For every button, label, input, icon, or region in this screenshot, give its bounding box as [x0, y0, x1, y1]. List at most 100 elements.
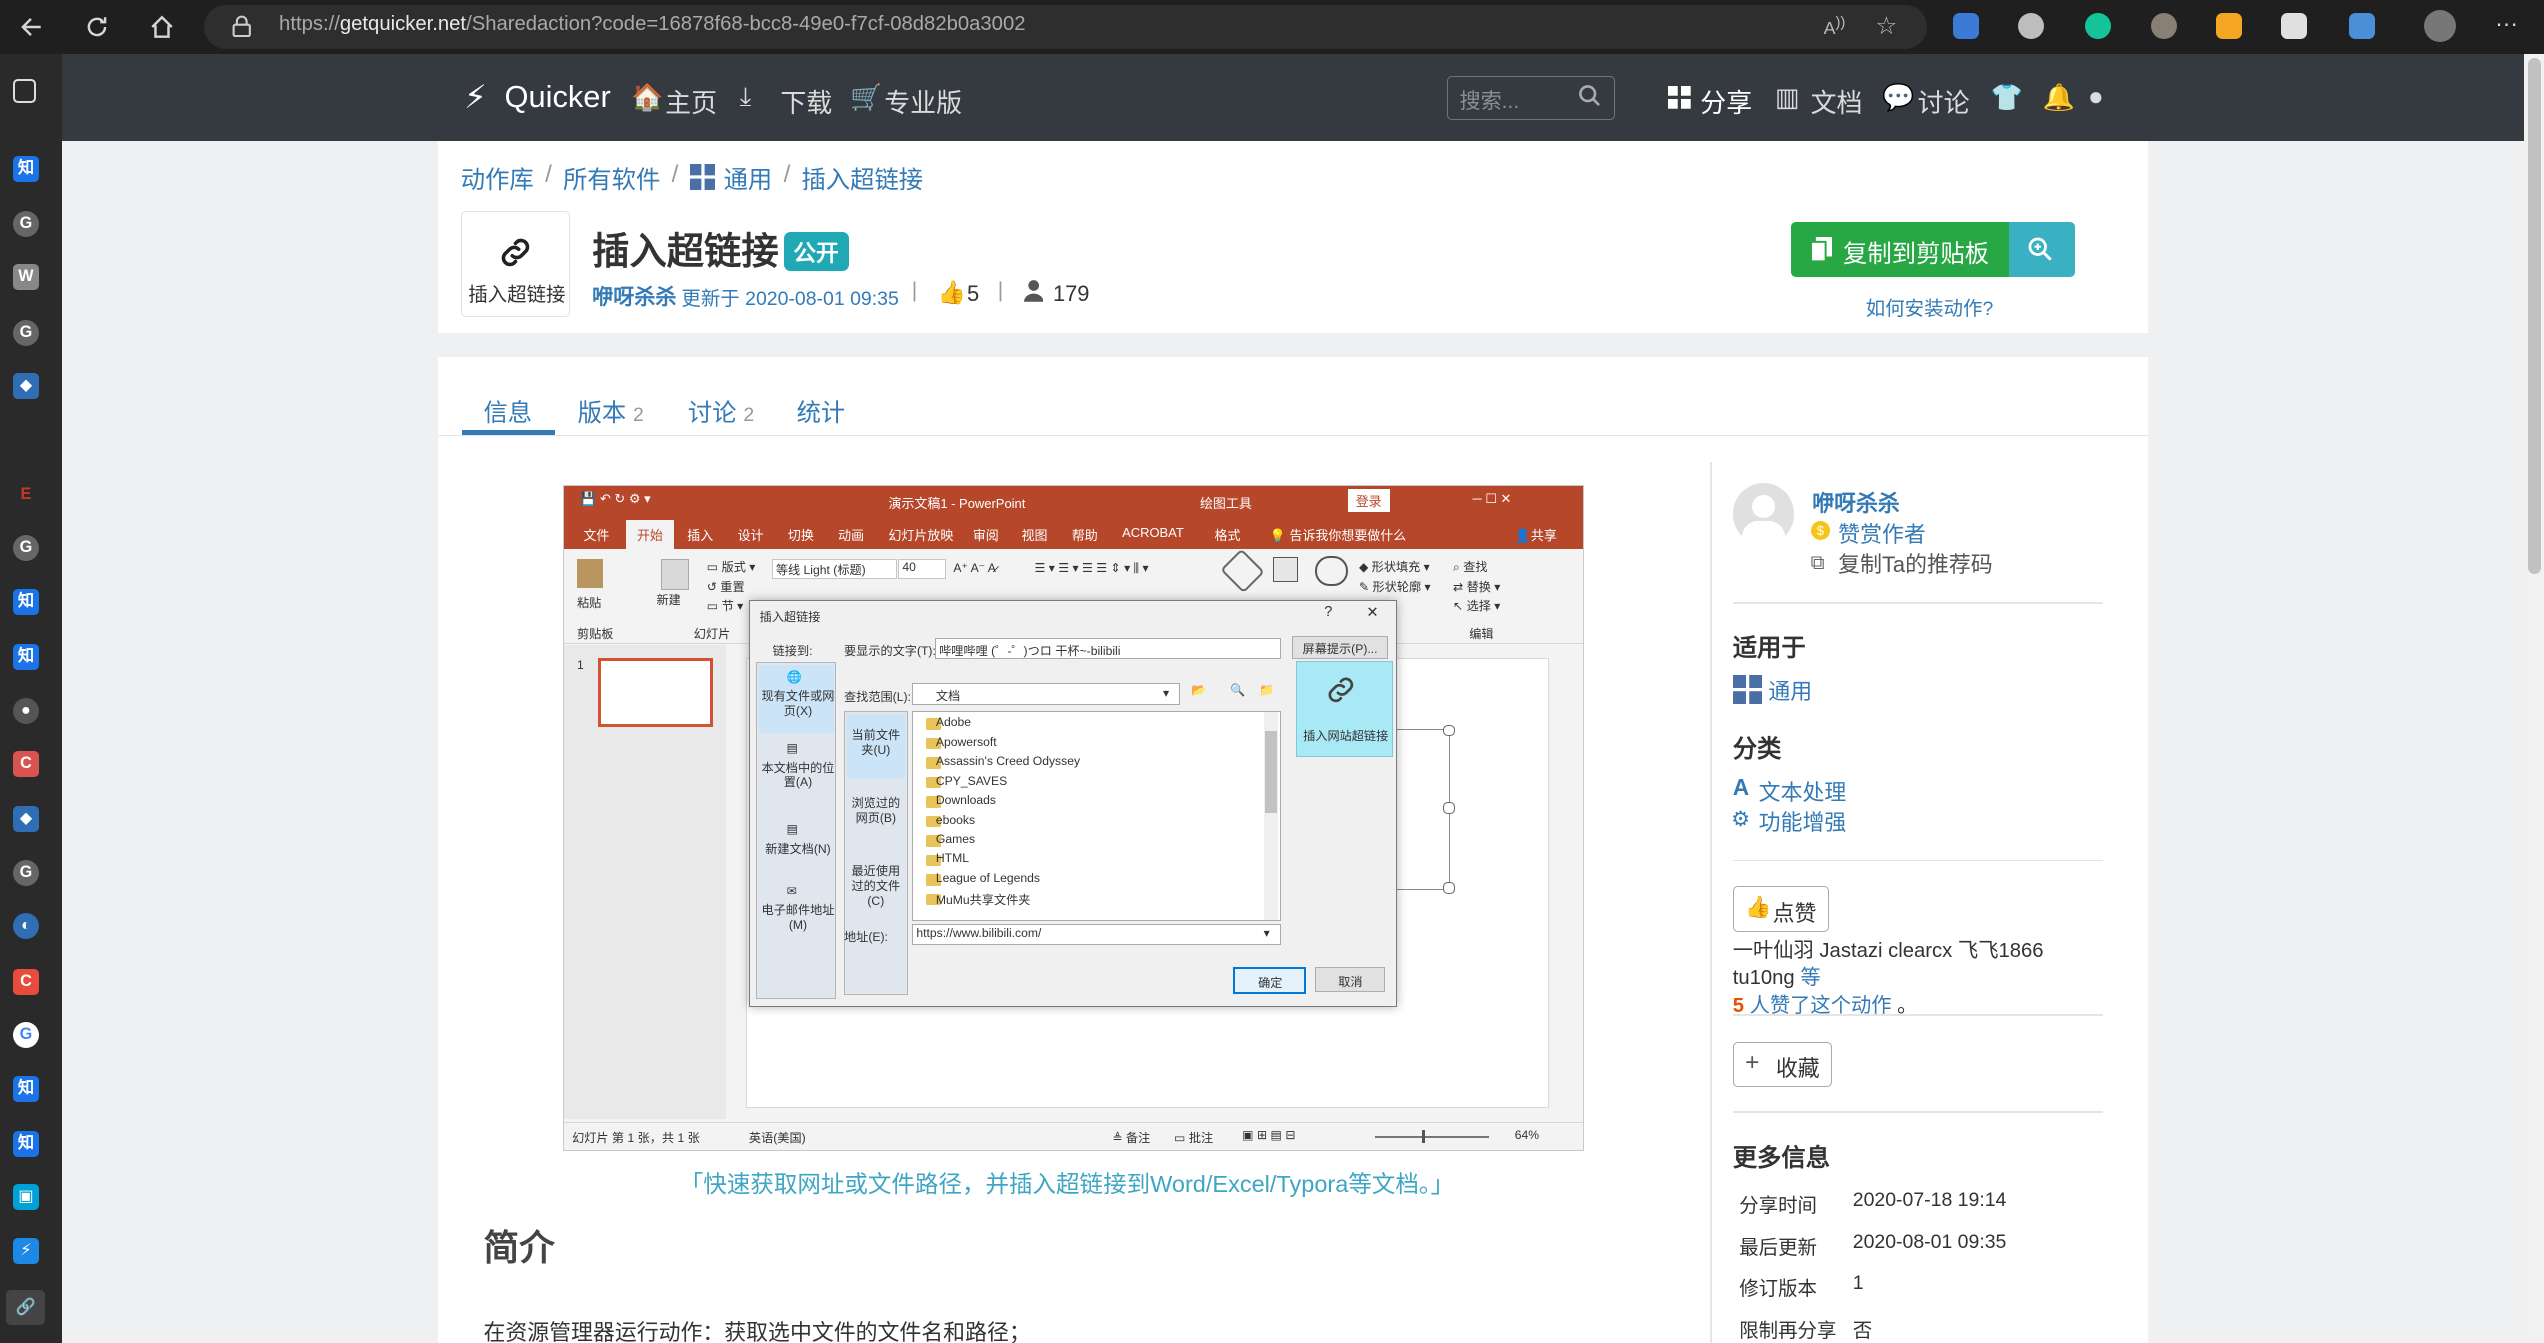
tab-discussion[interactable]: 讨论 2	[688, 394, 754, 429]
category-enhancement[interactable]: 功能增强	[1759, 806, 1847, 837]
link-icon[interactable]: 🔗	[6, 1289, 46, 1326]
ppt-font-tools: A⁺ A⁻ A̷	[953, 560, 996, 575]
copy-icon: ⧉	[1810, 551, 1825, 574]
tab-info[interactable]: 信息	[483, 394, 532, 429]
tab-versions-count: 2	[633, 404, 644, 427]
bilibili-icon[interactable]: ▣	[12, 1184, 39, 1211]
grammarly-icon[interactable]	[2084, 12, 2111, 39]
site-icon[interactable]: ◆	[12, 373, 39, 400]
brand-name[interactable]: Quicker	[505, 79, 611, 115]
ppt-notes-label: 备注	[1125, 1130, 1151, 1145]
page-scrollbar[interactable]	[2524, 53, 2544, 1343]
folder-item: Assassin's Creed Odyssey	[935, 754, 1081, 769]
nav-docs[interactable]: 文档	[1811, 83, 1863, 120]
site-icon[interactable]: C	[12, 751, 39, 778]
zhihu-icon[interactable]: 知	[12, 644, 39, 671]
site-icon[interactable]: C	[12, 968, 39, 995]
copy-referral-code[interactable]: 复制Ta的推荐码	[1838, 548, 1992, 579]
address-bar[interactable]: https://getquicker.net/Sharedaction?code…	[204, 4, 1928, 49]
quicker-icon[interactable]: ⚡	[12, 1237, 39, 1264]
demo-screenshot: 💾 ↶ ↻ ⚙ ▾ 演示文稿1 - PowerPoint 绘图工具 登录 ─ ☐…	[562, 485, 1584, 1151]
preview-button[interactable]	[2008, 222, 2076, 278]
wikipedia-icon[interactable]: W	[12, 264, 39, 291]
ppt-paragraph-tools: ☰ ▾ ☰ ▾ ☰ ☰ ⇕ ▾ ⫼ ▾	[1034, 560, 1149, 575]
info-value: 2020-08-01 09:35	[1852, 1231, 2007, 1254]
ppt-tab: 审阅	[972, 528, 999, 544]
folder-list-scroll-thumb	[1265, 731, 1277, 813]
dialog-nav-item: 现有文件或网页(X)	[761, 689, 835, 718]
home-icon[interactable]	[131, 0, 193, 54]
more-info-heading: 更多信息	[1732, 1144, 1831, 1172]
breadcrumb-library[interactable]: 动作库	[461, 161, 534, 196]
mail-icon: ✉	[786, 883, 797, 898]
breadcrumb-current[interactable]: 插入超链接	[801, 161, 923, 196]
likers-more[interactable]: 等	[1800, 967, 1820, 989]
zhihu-icon[interactable]: 知	[12, 588, 39, 615]
ppt-tab: 切换	[787, 528, 814, 544]
tab-versions-label: 版本	[577, 400, 627, 428]
favorite-button[interactable]: + 收藏	[1732, 1041, 1833, 1088]
search-icon[interactable]	[1578, 84, 1601, 114]
dialog-address-label: 地址(E):	[844, 929, 888, 944]
category-text-processing[interactable]: 文本处理	[1759, 776, 1847, 807]
sidebar-author-name[interactable]: 咿呀杀杀	[1812, 487, 1900, 518]
breadcrumb-general[interactable]: 通用	[724, 161, 773, 196]
nav-home[interactable]: 主页	[665, 83, 717, 120]
extensions-icon[interactable]	[2349, 12, 2376, 39]
zhihu-icon[interactable]: 知	[12, 155, 39, 182]
grid-icon	[689, 163, 716, 197]
nav-share[interactable]: 分享	[1700, 83, 1752, 120]
author-avatar[interactable]	[1732, 483, 1795, 546]
sidebar-toggle-icon[interactable]	[12, 79, 37, 103]
site-icon[interactable]: ◆	[12, 806, 39, 833]
more-icon[interactable]: ···	[2495, 10, 2518, 37]
url-path: /Sharedaction?code=16878f68-bcc8-49e0-f7…	[466, 12, 1026, 35]
category-heading: 分类	[1732, 736, 1782, 764]
tab-versions[interactable]: 版本 2	[578, 394, 644, 429]
folder-up-icon: 📂	[1191, 683, 1207, 698]
install-help-link[interactable]: 如何安装动作?	[1866, 292, 1994, 321]
dialog-scope-item: 浏览过的网页(B)	[851, 796, 901, 825]
site-icon[interactable]: G	[12, 535, 39, 562]
quicker-logo-icon[interactable]: ⚡	[464, 78, 487, 116]
site-icon[interactable]: ◐	[12, 913, 39, 940]
extension-icon[interactable]	[2151, 12, 2178, 39]
applies-general-link[interactable]: 通用	[1768, 675, 1812, 706]
avatar[interactable]	[2423, 9, 2457, 43]
shirt-icon[interactable]: 👕	[1991, 83, 2023, 113]
active-tab-indicator	[462, 429, 555, 435]
read-aloud-icon[interactable]: A))	[1824, 15, 1846, 39]
refresh-icon[interactable]	[67, 0, 129, 54]
site-icon[interactable]: G	[12, 859, 39, 886]
google-icon[interactable]: G	[12, 1022, 39, 1049]
copy-to-clipboard-button[interactable]: 复制到剪贴板	[1791, 222, 2009, 278]
nav-pro[interactable]: 专业版	[884, 83, 962, 120]
ppt-paste-label: 粘贴	[576, 596, 602, 611]
favorite-icon[interactable]: ☆	[1875, 11, 1897, 41]
author-link[interactable]: 咿呀杀杀	[592, 281, 676, 311]
bell-icon[interactable]: 🔔	[2043, 83, 2075, 113]
user-icon[interactable]: ●	[2088, 83, 2104, 112]
docs-icon: ▥	[1774, 83, 1800, 112]
folder-item: ebooks	[935, 812, 976, 827]
nav-discuss[interactable]: 讨论	[1918, 83, 1970, 120]
breadcrumb-all-software[interactable]: 所有软件	[563, 161, 660, 196]
sponsor-link[interactable]: 赞赏作者	[1838, 518, 1926, 549]
site-icon[interactable]: G	[12, 210, 39, 237]
github-icon[interactable]: ●	[12, 697, 39, 724]
like-button[interactable]: 👍 点赞	[1732, 885, 1829, 932]
extension-icon[interactable]	[2018, 12, 2045, 39]
extension-icon[interactable]	[1953, 12, 1980, 39]
site-icon[interactable]: G	[12, 319, 39, 346]
tab-stats[interactable]: 统计	[797, 394, 846, 429]
search-input[interactable]: 搜索...	[1447, 76, 1615, 121]
scrollbar-thumb[interactable]	[2527, 58, 2541, 575]
site-icon[interactable]: E	[13, 482, 39, 508]
zhihu-icon[interactable]: 知	[12, 1130, 39, 1157]
back-icon[interactable]	[0, 0, 62, 54]
nav-download[interactable]: 下载	[780, 83, 832, 120]
collections-icon[interactable]	[2281, 12, 2308, 39]
thumbs-up-icon: 👍	[937, 279, 967, 306]
extension-icon[interactable]	[2216, 12, 2243, 39]
zhihu-icon[interactable]: 知	[12, 1075, 39, 1102]
